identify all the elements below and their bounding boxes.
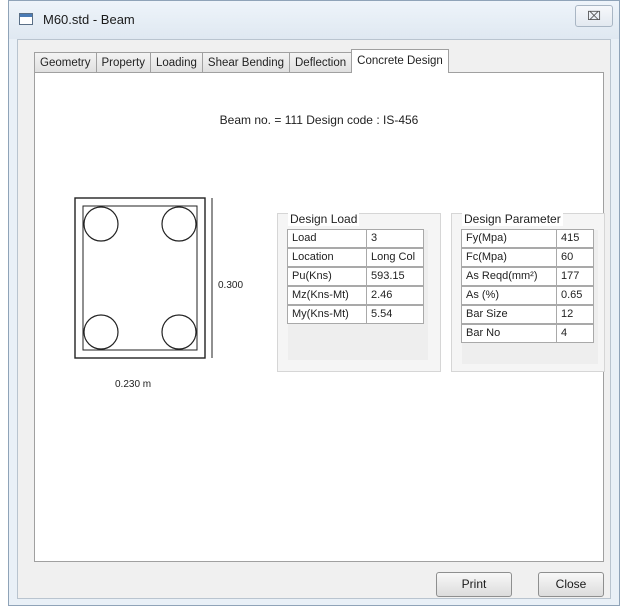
beam-dialog-window: M60.std - Beam ⌧ Geometry Property Loadi… bbox=[8, 0, 620, 606]
rebar-bottom-right bbox=[161, 314, 197, 350]
row-label: My(Kns-Mt) bbox=[287, 305, 367, 324]
beam-info-text: Beam no. = 111 Design code : IS-456 bbox=[219, 113, 419, 127]
table-row[interactable]: Fc(Mpa) 60 bbox=[461, 248, 598, 268]
tab-property[interactable]: Property bbox=[95, 52, 151, 72]
rebar-top-right bbox=[161, 206, 197, 242]
tab-shear-bending[interactable]: Shear Bending bbox=[201, 52, 290, 72]
row-label: Fc(Mpa) bbox=[461, 248, 557, 267]
design-load-title: Design Load bbox=[288, 212, 360, 226]
row-label: As (%) bbox=[461, 286, 557, 305]
depth-label: 0.300 bbox=[218, 280, 244, 291]
design-load-group: Design Load Load 3 Location Long Col Pu(Kn… bbox=[277, 212, 441, 372]
row-label: Location bbox=[287, 248, 367, 267]
table-row[interactable]: Fy(Mpa) 415 bbox=[461, 229, 598, 249]
stirrup-outline bbox=[82, 205, 198, 351]
row-label: Load bbox=[287, 229, 367, 248]
title-bar[interactable]: M60.std - Beam ⌧ bbox=[9, 1, 619, 39]
table-row[interactable]: Load 3 bbox=[287, 229, 428, 249]
section-outline bbox=[74, 197, 206, 359]
row-value: 4 bbox=[556, 324, 594, 343]
row-value: 177 bbox=[556, 267, 594, 286]
row-value: 12 bbox=[556, 305, 594, 324]
row-value: Long Col bbox=[366, 248, 424, 267]
width-label: 0.230 m bbox=[115, 379, 152, 390]
table-row[interactable]: Bar Size 12 bbox=[461, 305, 598, 325]
design-parameter-grid: Fy(Mpa) 415 Fc(Mpa) 60 As Reqd(mm²) 177 As … bbox=[461, 229, 598, 364]
table-row[interactable]: Pu(Kns) 593.15 bbox=[287, 267, 428, 287]
row-label: Bar No bbox=[461, 324, 557, 343]
table-row[interactable]: As Reqd(mm²) 177 bbox=[461, 267, 598, 287]
design-parameter-group: Design Parameter Fy(Mpa) 415 Fc(Mpa) 60 As… bbox=[451, 212, 605, 372]
row-label: As Reqd(mm²) bbox=[461, 267, 557, 286]
table-row[interactable]: Mz(Kns-Mt) 2.46 bbox=[287, 286, 428, 306]
row-value: 60 bbox=[556, 248, 594, 267]
beam-section-drawing bbox=[74, 197, 213, 359]
row-label: Pu(Kns) bbox=[287, 267, 367, 286]
row-value: 3 bbox=[366, 229, 424, 248]
row-value: 593.15 bbox=[366, 267, 424, 286]
row-label: Fy(Mpa) bbox=[461, 229, 557, 248]
print-button[interactable]: Print bbox=[436, 572, 512, 597]
app-window-icon bbox=[19, 13, 33, 25]
row-label: Mz(Kns-Mt) bbox=[287, 286, 367, 305]
row-value: 5.54 bbox=[366, 305, 424, 324]
row-label: Bar Size bbox=[461, 305, 557, 324]
window-close-button[interactable]: ⌧ bbox=[575, 5, 613, 27]
close-icon: ⌧ bbox=[587, 9, 601, 23]
table-row[interactable]: Bar No 4 bbox=[461, 324, 598, 344]
table-row[interactable]: Location Long Col bbox=[287, 248, 428, 268]
rebar-bottom-left bbox=[83, 314, 119, 350]
table-row[interactable]: My(Kns-Mt) 5.54 bbox=[287, 305, 428, 325]
concrete-design-panel: Beam no. = 111 Design code : IS-456 0.30… bbox=[34, 72, 605, 562]
row-value: 0.65 bbox=[556, 286, 594, 305]
window-title: M60.std - Beam bbox=[43, 12, 135, 27]
rebar-top-left bbox=[83, 206, 119, 242]
tab-geometry[interactable]: Geometry bbox=[34, 52, 97, 72]
row-value: 2.46 bbox=[366, 286, 424, 305]
tab-deflection[interactable]: Deflection bbox=[289, 52, 353, 72]
tab-loading[interactable]: Loading bbox=[149, 52, 203, 72]
tab-strip: Geometry Property Loading Shear Bending … bbox=[34, 49, 449, 73]
tab-concrete-design[interactable]: Concrete Design bbox=[351, 49, 449, 73]
close-button[interactable]: Close bbox=[538, 572, 604, 597]
design-parameter-title: Design Parameter bbox=[462, 212, 563, 226]
design-load-grid: Load 3 Location Long Col Pu(Kns) 593.15 Mz(… bbox=[287, 229, 428, 360]
row-value: 415 bbox=[556, 229, 594, 248]
table-row[interactable]: As (%) 0.65 bbox=[461, 286, 598, 306]
dialog-client-area: Geometry Property Loading Shear Bending … bbox=[17, 39, 611, 599]
